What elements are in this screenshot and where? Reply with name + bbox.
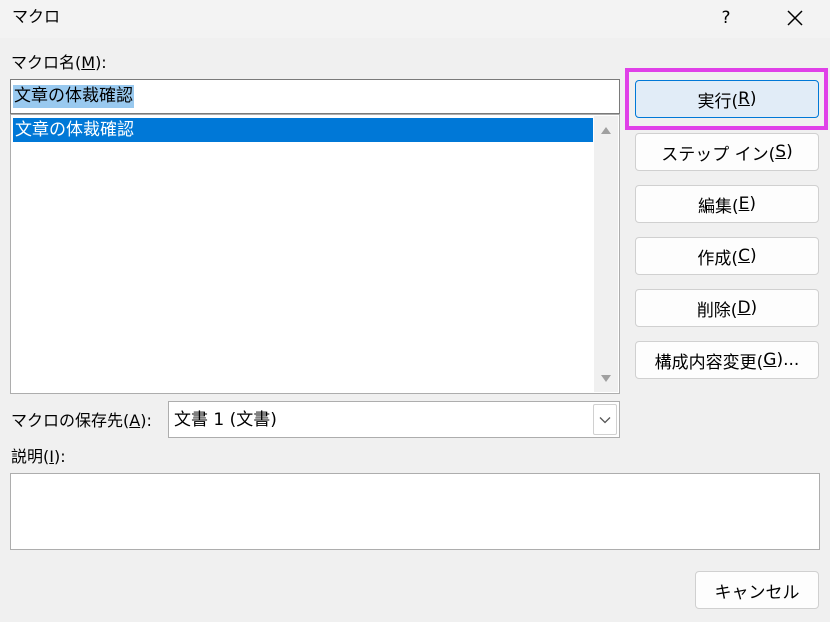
macro-list[interactable]: 文章の体裁確認	[10, 114, 620, 394]
macro-name-value: 文章の体裁確認	[13, 85, 134, 108]
chevron-down-icon	[599, 416, 611, 423]
organizer-button[interactable]: 構成内容変更(G)...	[635, 341, 819, 379]
close-icon	[787, 10, 803, 26]
macro-name-input[interactable]: 文章の体裁確認	[10, 79, 620, 114]
scroll-down-icon	[601, 374, 611, 382]
step-in-button[interactable]: ステップ イン(S)	[635, 133, 819, 171]
macros-in-dropdown[interactable]: 文書 1 (文書)	[168, 401, 620, 438]
cancel-button[interactable]: キャンセル	[695, 571, 819, 609]
macros-in-value: 文書 1 (文書)	[174, 410, 277, 430]
window-title: マクロ	[12, 7, 61, 26]
list-item[interactable]: 文章の体裁確認	[13, 118, 593, 142]
close-button[interactable]	[770, 2, 820, 34]
help-icon: ?	[721, 8, 731, 28]
scroll-up-icon	[601, 126, 611, 134]
description-label: 説明(I):	[11, 447, 66, 466]
create-button[interactable]: 作成(C)	[635, 237, 819, 275]
edit-button[interactable]: 編集(E)	[635, 185, 819, 223]
macros-in-label: マクロの保存先(A):	[11, 411, 152, 430]
description-field	[10, 473, 820, 550]
scroll-up-button[interactable]	[594, 116, 618, 144]
macro-name-label: マクロ名(M):	[11, 53, 107, 72]
dropdown-toggle[interactable]	[593, 404, 617, 435]
title-bar: マクロ ?	[0, 0, 830, 38]
scroll-down-button[interactable]	[594, 364, 618, 392]
run-button[interactable]: 実行(R)	[635, 80, 819, 118]
delete-button[interactable]: 削除(D)	[635, 289, 819, 327]
help-button[interactable]: ?	[706, 2, 746, 34]
macro-dialog: マクロ ? マクロ名(M): 文章の体裁確認 文章の体裁確認 実行(R) ステ…	[0, 0, 830, 622]
list-scrollbar[interactable]	[594, 116, 618, 392]
